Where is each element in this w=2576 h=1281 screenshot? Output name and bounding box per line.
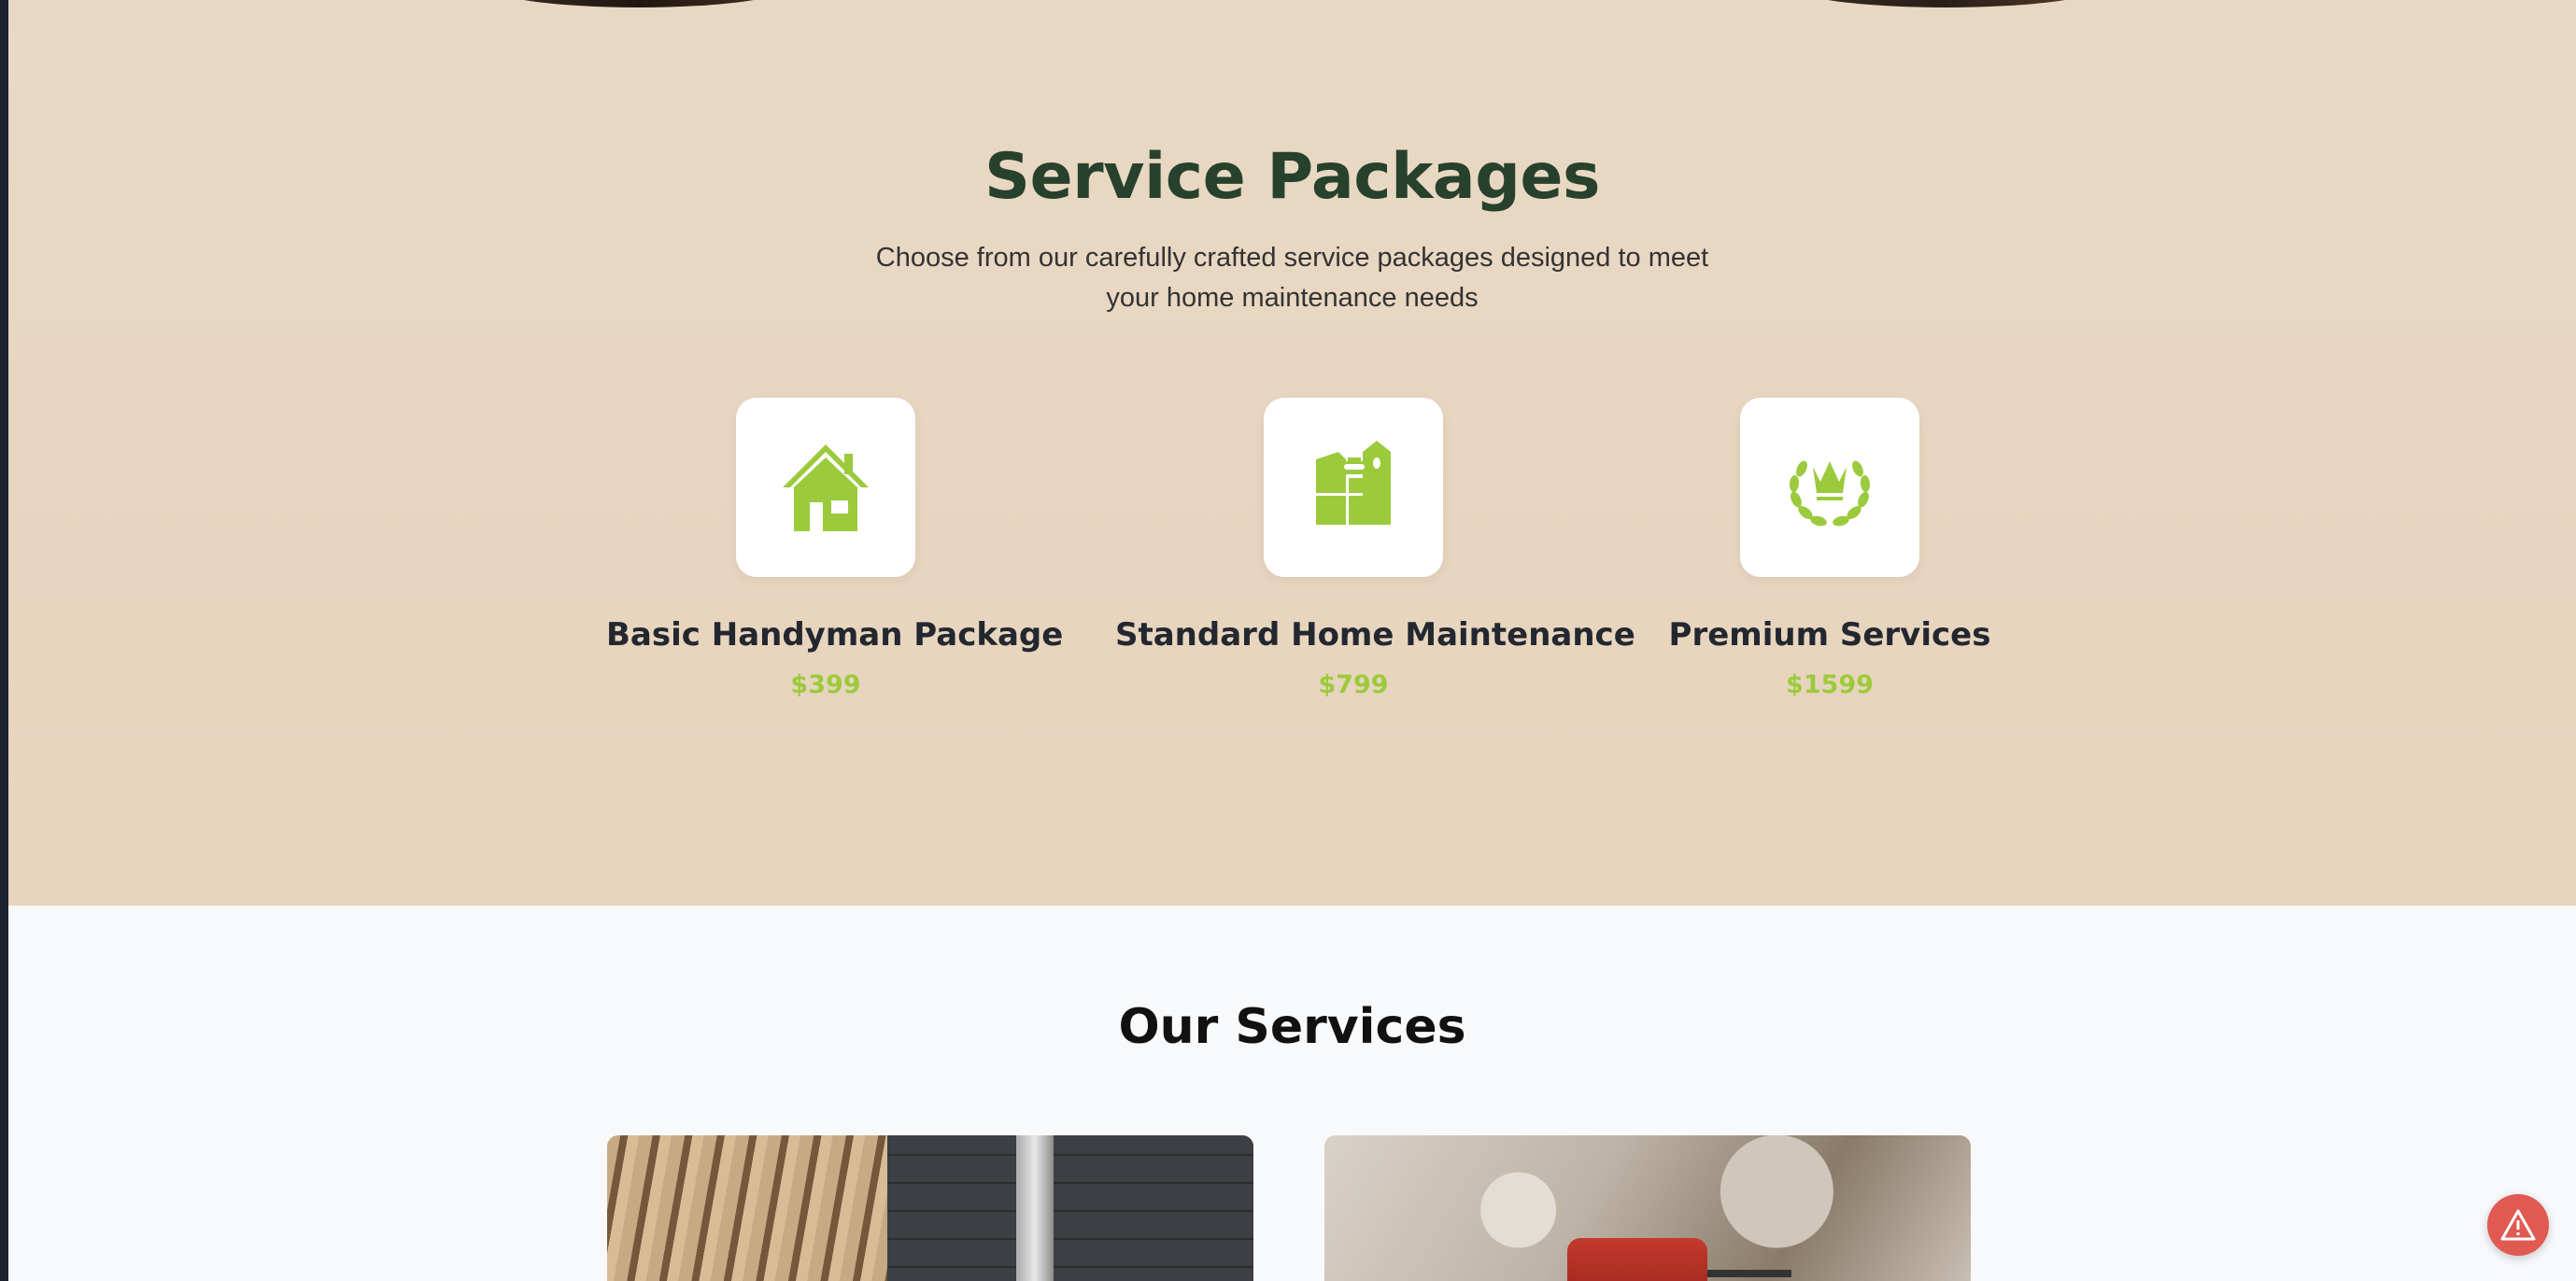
package-price: $799	[1318, 670, 1389, 699]
drill-detail	[1567, 1238, 1791, 1281]
package-icon-box	[1264, 398, 1443, 577]
package-card-standard[interactable]: Standard Home Maintenance $799	[1115, 398, 1635, 699]
page: Service Packages Choose from our careful…	[8, 0, 2576, 1281]
package-card-premium[interactable]: Premium Services $1599	[1652, 398, 2007, 699]
warning-icon	[2500, 1209, 2536, 1241]
our-services-section: Our Services	[8, 906, 2576, 1281]
package-price: $399	[790, 670, 861, 699]
service-card-image[interactable]	[1324, 1135, 1971, 1281]
section-title: Our Services	[1118, 999, 1466, 1055]
package-price: $1599	[1786, 670, 1874, 699]
package-icon-box	[736, 398, 915, 577]
previous-section-image	[485, 0, 793, 7]
previous-section-image-strip	[8, 0, 2576, 28]
package-name: Standard Home Maintenance	[1115, 616, 1635, 654]
section-subtitle: Choose from our carefully crafted servic…	[875, 243, 1709, 313]
package-icon-box	[1740, 398, 1919, 577]
package-name: Premium Services	[1668, 616, 1991, 654]
service-card-image[interactable]	[607, 1135, 1253, 1281]
package-card-basic[interactable]: Basic Handyman Package $399	[606, 398, 1064, 699]
crown-laurel-icon	[1789, 460, 1871, 527]
warning-button[interactable]	[2487, 1194, 2549, 1256]
package-name: Basic Handyman Package	[606, 616, 1064, 654]
section-title: Service Packages	[984, 140, 1600, 214]
pipe-detail	[1016, 1135, 1054, 1281]
toolbox-icon	[1316, 441, 1391, 525]
house-icon	[783, 444, 869, 531]
service-packages-section: Service Packages Choose from our careful…	[8, 28, 2576, 906]
previous-section-image	[1788, 0, 2105, 7]
